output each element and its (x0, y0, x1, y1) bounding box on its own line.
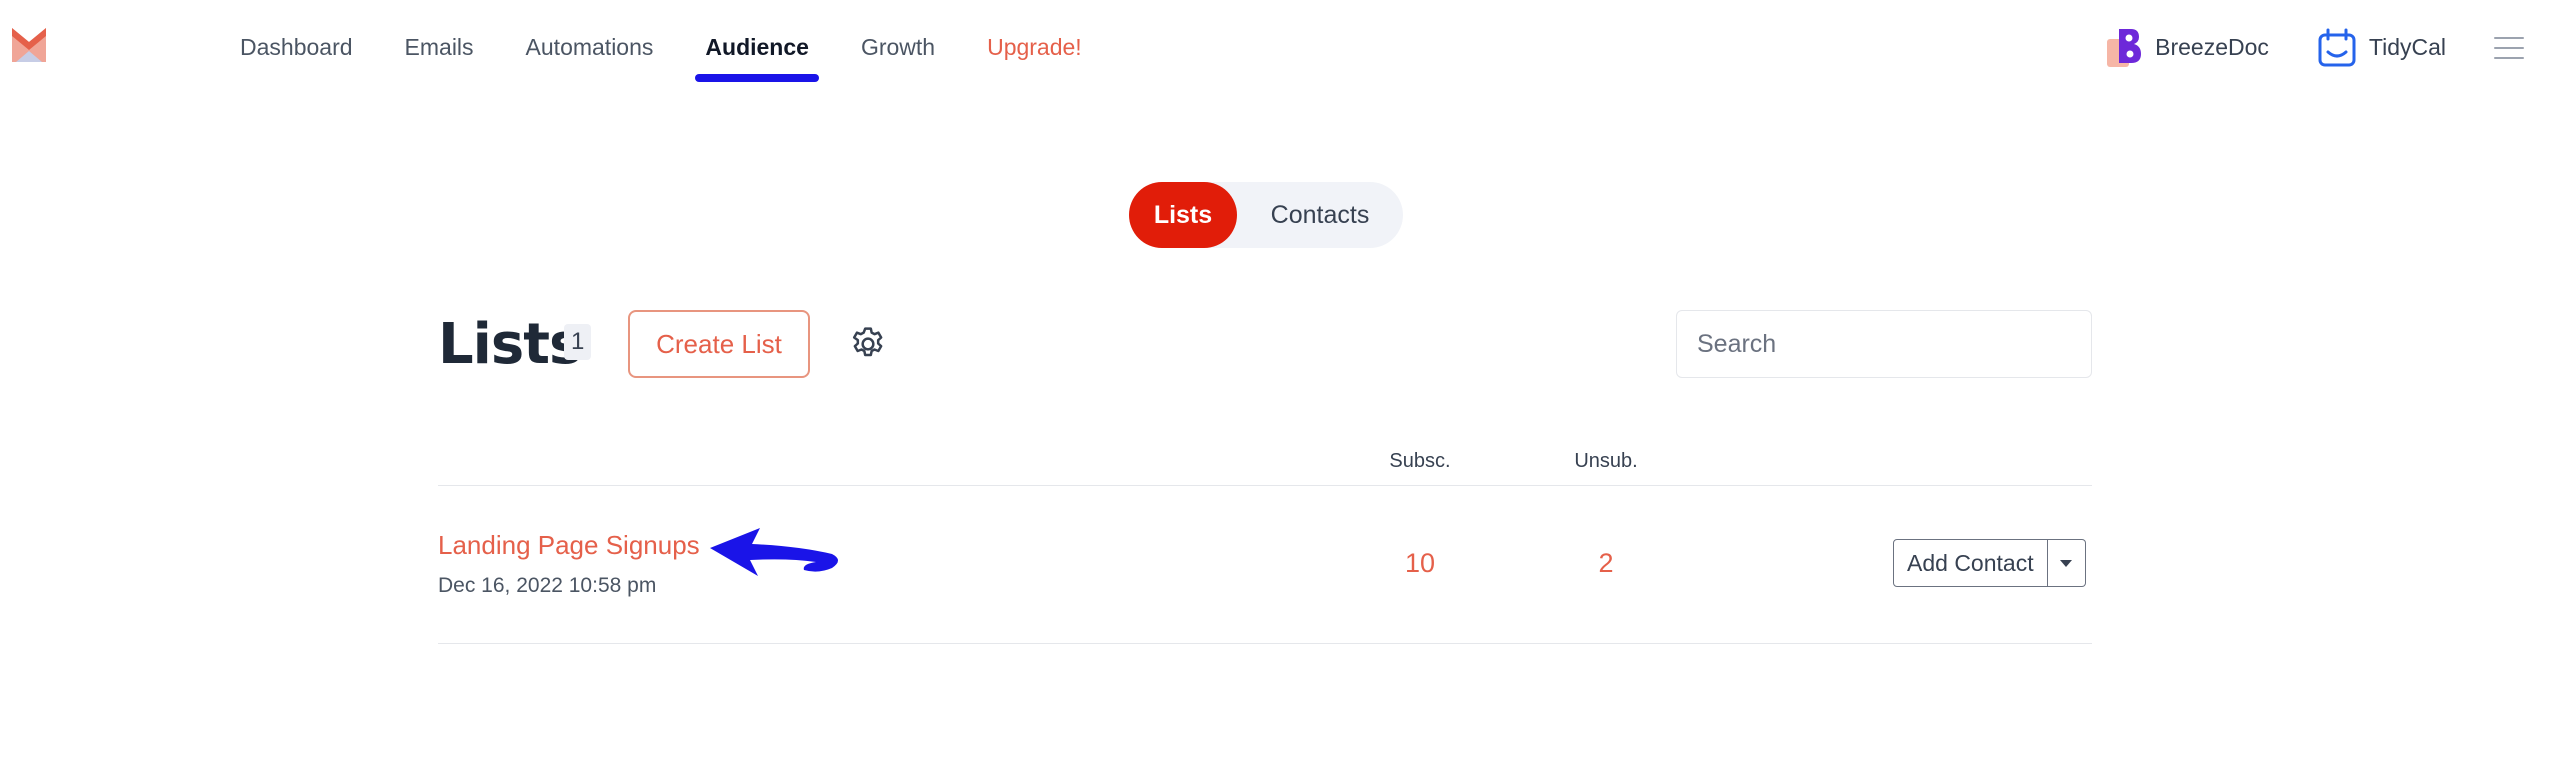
breezedoc-link[interactable]: BreezeDoc (2107, 28, 2269, 67)
add-contact-button-group: Add Contact (1893, 539, 2086, 587)
create-list-button[interactable]: Create List (628, 310, 810, 378)
breezedoc-icon (2107, 28, 2142, 67)
list-count-badge: 1 (564, 324, 592, 360)
table-header-divider (438, 485, 2092, 486)
lists-header: Lists 1 Create List (438, 310, 2092, 380)
nav-item-emails[interactable]: Emails (405, 0, 474, 95)
list-created-date: Dec 16, 2022 10:58 pm (438, 574, 657, 597)
tidycal-icon (2318, 28, 2356, 66)
nav-item-audience[interactable]: Audience (695, 0, 819, 95)
list-name-link[interactable]: Landing Page Signups (438, 530, 700, 561)
brand-logo-icon[interactable] (10, 26, 48, 68)
gear-icon[interactable] (848, 324, 888, 364)
nav-item-audience-label: Audience (705, 34, 809, 60)
hamburger-menu-icon[interactable] (2494, 36, 2524, 60)
tidycal-link[interactable]: TidyCal (2317, 28, 2446, 68)
nav-item-dashboard[interactable]: Dashboard (240, 0, 353, 95)
column-header-subscribed: Subsc. (1389, 450, 1451, 472)
nav-item-automations[interactable]: Automations (526, 0, 654, 95)
nav-item-upgrade[interactable]: Upgrade! (987, 0, 1082, 95)
nav-item-growth[interactable]: Growth (861, 0, 935, 95)
column-header-unsubscribed: Unsub. (1574, 450, 1638, 472)
top-navigation-bar: Dashboard Emails Automations Audience Gr… (0, 0, 2560, 95)
subscribed-count[interactable]: 10 (1360, 548, 1480, 579)
tidycal-label: TidyCal (2368, 34, 2446, 60)
unsubscribed-count[interactable]: 2 (1546, 548, 1666, 579)
row-actions-dropdown[interactable] (2047, 539, 2086, 587)
search-input[interactable] (1676, 310, 2092, 378)
app-switcher: BreezeDoc TidyCal (2107, 0, 2524, 95)
lists-contacts-toggle: Lists Contacts (1129, 182, 1403, 248)
breezedoc-label: BreezeDoc (2155, 34, 2269, 60)
toggle-lists[interactable]: Lists (1129, 182, 1237, 248)
caret-down-icon (2060, 559, 2073, 567)
add-contact-button[interactable]: Add Contact (1893, 539, 2048, 587)
table-row-divider (438, 643, 2092, 644)
page-title: Lists (438, 312, 582, 377)
toggle-contacts[interactable]: Contacts (1237, 182, 1403, 248)
active-nav-underline (695, 74, 819, 82)
main-nav: Dashboard Emails Automations Audience Gr… (240, 0, 1134, 95)
annotation-arrow-icon (710, 528, 838, 576)
